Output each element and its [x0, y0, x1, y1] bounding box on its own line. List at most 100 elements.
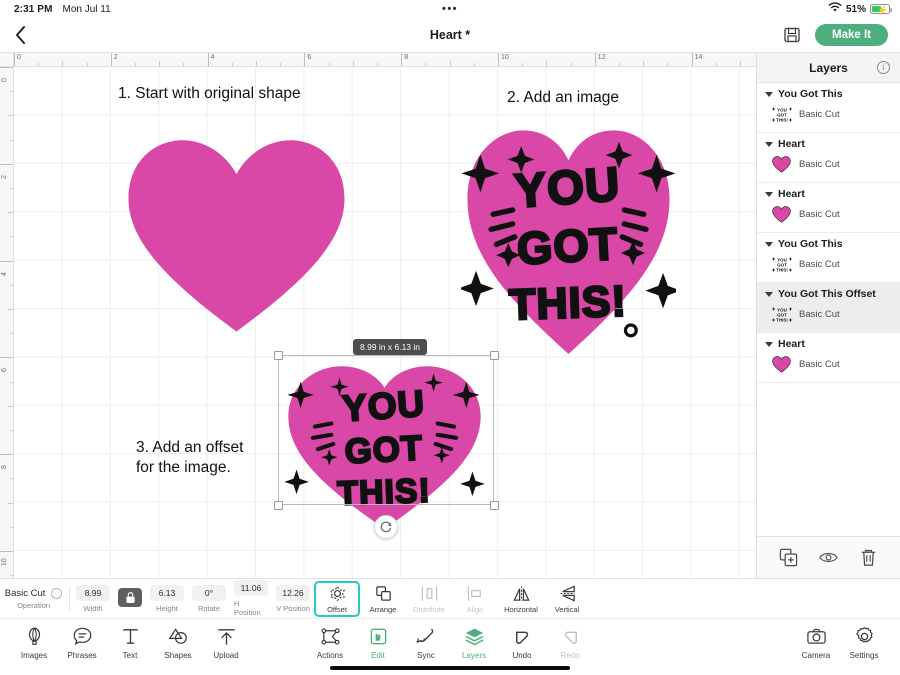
svg-text:THIS!: THIS!: [776, 318, 788, 323]
chevron-down-icon[interactable]: [765, 91, 773, 97]
layer-row[interactable]: Basic Cut: [757, 352, 900, 382]
layer-group-header[interactable]: Heart: [757, 183, 900, 202]
nav-upload[interactable]: Upload: [202, 626, 250, 660]
nav-shapes[interactable]: Shapes: [154, 626, 202, 660]
rotate-field[interactable]: 0° Rotate: [192, 584, 226, 613]
width-value[interactable]: 8.99: [76, 584, 110, 601]
heart-thumb-icon[interactable]: [771, 355, 792, 374]
nav-images[interactable]: Images: [10, 626, 58, 660]
canvas-step-label-2: 2. Add an image: [507, 89, 620, 106]
images-balloon-icon: [24, 626, 45, 647]
save-icon[interactable]: [783, 26, 801, 44]
text-art-thumb-icon[interactable]: YOU GOT THIS!: [771, 305, 792, 324]
h-position-value[interactable]: 11.06: [234, 580, 268, 596]
layer-group-header[interactable]: You Got This: [757, 83, 900, 102]
design-canvas[interactable]: 024681012141618202224262830 024681012141…: [0, 53, 756, 578]
operation-selector[interactable]: Basic Cut Operation: [0, 587, 67, 610]
text-t-icon: [120, 626, 141, 647]
layer-row[interactable]: YOU GOT THIS! Basic Cut: [757, 252, 900, 282]
nav-layers[interactable]: Layers: [450, 626, 498, 660]
h-position-caption: H Position: [234, 599, 261, 617]
svg-text:THIS!: THIS!: [337, 472, 432, 513]
layer-operation-label: Basic Cut: [799, 159, 840, 170]
chevron-down-icon[interactable]: [765, 141, 773, 147]
layer-row[interactable]: YOU GOT THIS! Basic Cut: [757, 302, 900, 332]
offset-button[interactable]: Offset: [314, 580, 360, 617]
selection-handle-top-left[interactable]: [274, 351, 283, 360]
layer-group[interactable]: You Got This YOU GOT THIS! Basic Cut: [757, 233, 900, 283]
h-position-field[interactable]: 11.06 H Position: [234, 580, 268, 617]
lock-icon[interactable]: [118, 587, 142, 607]
layer-group-name: Heart: [778, 338, 805, 350]
v-position-field[interactable]: 12.26 V Position: [276, 584, 310, 613]
delete-layer-icon[interactable]: [859, 548, 878, 567]
distribute-label: Distribute: [413, 604, 445, 614]
artwork-heart-with-image[interactable]: YOU GOT THIS!: [461, 115, 676, 363]
layer-row[interactable]: YOU GOT THIS! Basic Cut: [757, 102, 900, 132]
flip-vertical-button[interactable]: Vertical: [544, 581, 590, 617]
nav-camera[interactable]: Camera: [792, 626, 840, 660]
aspect-lock-toggle[interactable]: [118, 587, 142, 610]
duplicate-layer-icon[interactable]: [779, 548, 798, 567]
layers-list[interactable]: You Got This YOU GOT THIS! Basic Cut Heart Bas…: [757, 83, 900, 536]
flip-vertical-icon: [558, 584, 577, 603]
chevron-down-icon[interactable]: [765, 241, 773, 247]
camera-dots: •••: [441, 3, 459, 15]
layers-panel-header: Layers i: [757, 53, 900, 83]
selection-handle-bottom-left[interactable]: [274, 501, 283, 510]
selection-handle-top-right[interactable]: [490, 351, 499, 360]
text-art-thumb-icon[interactable]: YOU GOT THIS!: [771, 105, 792, 124]
nav-text[interactable]: Text: [106, 626, 154, 660]
nav-undo[interactable]: Undo: [498, 626, 546, 660]
rotate-handle-icon[interactable]: [374, 515, 398, 539]
make-it-button[interactable]: Make It: [815, 24, 888, 46]
artwork-plain-heart[interactable]: [124, 117, 349, 357]
layer-group[interactable]: Heart Basic Cut: [757, 183, 900, 233]
chevron-down-icon[interactable]: [765, 291, 773, 297]
layer-group-header[interactable]: You Got This Offset: [757, 283, 900, 302]
selection-handle-bottom-right[interactable]: [490, 501, 499, 510]
bottom-navigation-bar: Images Phrases Text Shapes Upload Action…: [0, 618, 900, 675]
operation-color-swatch[interactable]: [51, 587, 63, 599]
arrange-button[interactable]: Arrange: [360, 581, 406, 617]
width-field[interactable]: 8.99 Width: [76, 584, 110, 613]
height-value[interactable]: 6.13: [150, 584, 184, 601]
flip-horizontal-button[interactable]: Horizontal: [498, 581, 544, 617]
back-chevron-icon[interactable]: [8, 23, 32, 47]
canvas-grid[interactable]: 1. Start with original shape 2. Add an i…: [14, 67, 756, 578]
heart-thumb-icon[interactable]: [771, 155, 792, 174]
layer-group[interactable]: You Got This YOU GOT THIS! Basic Cut: [757, 83, 900, 133]
nav-left-group: Images Phrases Text Shapes Upload: [10, 626, 250, 660]
operation-value: Basic Cut: [4, 587, 46, 599]
home-indicator: [330, 666, 570, 670]
layer-row[interactable]: Basic Cut: [757, 152, 900, 182]
layer-group-header[interactable]: You Got This: [757, 233, 900, 252]
layer-group-header[interactable]: Heart: [757, 333, 900, 352]
layer-operation-label: Basic Cut: [799, 209, 840, 220]
layer-group-header[interactable]: Heart: [757, 133, 900, 152]
nav-settings[interactable]: Settings: [840, 626, 888, 660]
chevron-down-icon[interactable]: [765, 341, 773, 347]
layer-row[interactable]: Basic Cut: [757, 202, 900, 232]
layer-group[interactable]: Heart Basic Cut: [757, 133, 900, 183]
height-field[interactable]: 6.13 Height: [150, 584, 184, 613]
nav-actions[interactable]: Actions: [306, 626, 354, 660]
nav-phrases[interactable]: Phrases: [58, 626, 106, 660]
offset-icon: [328, 584, 347, 603]
heart-thumb-icon[interactable]: [771, 205, 792, 224]
layer-group[interactable]: Heart Basic Cut: [757, 333, 900, 383]
visibility-icon[interactable]: [819, 548, 838, 567]
info-icon[interactable]: i: [877, 61, 890, 74]
chevron-down-icon[interactable]: [765, 191, 773, 197]
nav-sync[interactable]: Sync: [402, 626, 450, 660]
svg-text:GOT: GOT: [777, 263, 787, 268]
offset-label: Offset: [327, 604, 347, 614]
rotate-value[interactable]: 0°: [192, 584, 226, 601]
text-art-thumb-icon[interactable]: YOU GOT THIS!: [771, 255, 792, 274]
nav-right-group: Camera Settings: [792, 626, 888, 660]
nav-edit[interactable]: Edit: [354, 626, 402, 660]
layer-group[interactable]: You Got This Offset YOU GOT THIS! Basic Cut: [757, 283, 900, 333]
artwork-heart-offset-selected[interactable]: YOU GOT THIS!: [282, 355, 487, 535]
v-position-value[interactable]: 12.26: [276, 584, 310, 601]
camera-icon: [806, 626, 827, 647]
